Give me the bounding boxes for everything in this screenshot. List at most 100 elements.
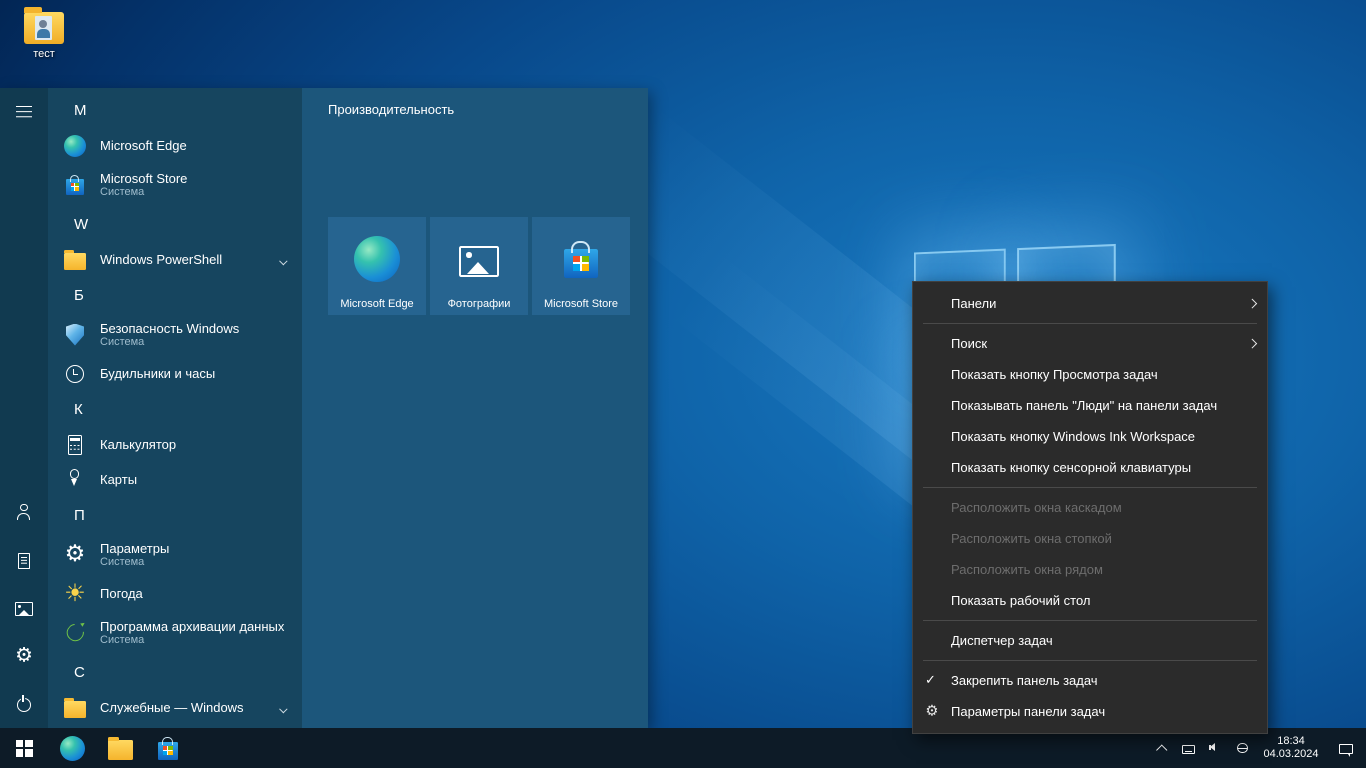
gear-icon xyxy=(64,544,86,566)
menu-separator xyxy=(923,487,1257,488)
pictures-button[interactable] xyxy=(0,584,48,632)
gear-icon xyxy=(925,705,939,719)
map-pin-icon xyxy=(64,469,86,491)
touch-keyboard-button[interactable] xyxy=(1175,728,1202,768)
menu-item-show-ink-workspace[interactable]: Показать кнопку Windows Ink Workspace xyxy=(913,421,1267,452)
backup-icon xyxy=(64,622,86,644)
chevron-down-icon xyxy=(278,705,287,714)
app-list-letter-m[interactable]: M xyxy=(48,92,302,128)
chevron-right-icon xyxy=(1247,299,1256,308)
chevron-up-icon xyxy=(1156,745,1167,756)
edge-icon xyxy=(60,736,85,761)
edge-icon xyxy=(64,135,86,157)
app-list-letter-w[interactable]: W xyxy=(48,206,302,242)
shortcut-label: тест xyxy=(14,48,74,60)
taskbar-file-explorer-button[interactable] xyxy=(96,728,144,768)
menu-item-side-by-side-windows: Расположить окна рядом xyxy=(913,554,1267,585)
tile-photos[interactable]: Фотографии xyxy=(430,217,528,315)
desktop-shortcut-user-folder[interactable]: тест xyxy=(14,12,74,60)
start-tiles-panel: Производительность Microsoft Edge Фотогр… xyxy=(302,88,648,728)
menu-separator xyxy=(923,323,1257,324)
menu-item-show-desktop[interactable]: Показать рабочий стол xyxy=(913,585,1267,616)
desktop: тест M Microsoft Edge Microsoft Store xyxy=(0,0,1366,768)
app-item-windows-security[interactable]: Безопасность Windows Система xyxy=(48,313,302,356)
menu-item-stack-windows: Расположить окна стопкой xyxy=(913,523,1267,554)
menu-item-search[interactable]: Поиск xyxy=(913,328,1267,359)
taskbar-clock[interactable]: 18:34 04.03.2024 xyxy=(1256,728,1326,768)
hamburger-icon xyxy=(15,103,34,122)
documents-button[interactable] xyxy=(0,536,48,584)
menu-item-show-people[interactable]: Показывать панель "Люди" на панели задач xyxy=(913,390,1267,421)
volume-button[interactable] xyxy=(1202,728,1229,768)
app-item-microsoft-store[interactable]: Microsoft Store Система xyxy=(48,163,302,206)
menu-item-cascade-windows: Расположить окна каскадом xyxy=(913,492,1267,523)
system-tray: 18:34 04.03.2024 xyxy=(1148,728,1366,768)
app-group-windows-powershell[interactable]: Windows PowerShell xyxy=(48,242,302,277)
menu-separator xyxy=(923,660,1257,661)
app-item-maps[interactable]: Карты xyxy=(48,462,302,497)
app-item-settings[interactable]: Параметры Система xyxy=(48,533,302,576)
start-menu: M Microsoft Edge Microsoft Store Система… xyxy=(0,88,648,728)
menu-separator xyxy=(923,620,1257,621)
app-list-letter-b[interactable]: Б xyxy=(48,277,302,313)
settings-button[interactable] xyxy=(0,632,48,680)
pictures-icon xyxy=(15,602,33,616)
menu-item-show-touch-keyboard[interactable]: Показать кнопку сенсорной клавиатуры xyxy=(913,452,1267,483)
store-icon xyxy=(66,179,84,194)
keyboard-icon xyxy=(1182,745,1196,753)
network-icon xyxy=(1237,743,1248,754)
app-item-calculator[interactable]: Калькулятор xyxy=(48,427,302,462)
power-button[interactable] xyxy=(0,680,48,728)
file-explorer-folder-icon xyxy=(108,740,133,760)
menu-item-taskbar-settings[interactable]: Параметры панели задач xyxy=(913,696,1267,727)
power-icon xyxy=(15,695,34,714)
app-item-alarms-clock[interactable]: Будильники и часы xyxy=(48,356,302,391)
show-hidden-icons-button[interactable] xyxy=(1148,728,1175,768)
taskbar-store-button[interactable] xyxy=(144,728,192,768)
sun-icon xyxy=(64,583,86,605)
gear-icon xyxy=(15,647,34,666)
calculator-icon xyxy=(68,435,83,455)
taskbar: 18:34 04.03.2024 xyxy=(0,728,1366,768)
start-app-list: M Microsoft Edge Microsoft Store Система… xyxy=(48,88,302,728)
app-item-weather[interactable]: Погода xyxy=(48,576,302,611)
app-list-letter-p[interactable]: П xyxy=(48,497,302,533)
menu-item-show-task-view[interactable]: Показать кнопку Просмотра задач xyxy=(913,359,1267,390)
app-item-microsoft-edge[interactable]: Microsoft Edge xyxy=(48,128,302,163)
tile-group-title[interactable]: Производительность xyxy=(328,102,648,117)
menu-item-task-manager[interactable]: Диспетчер задач xyxy=(913,625,1267,656)
app-list-letter-s[interactable]: С xyxy=(48,654,302,690)
user-account-button[interactable] xyxy=(0,488,48,536)
app-list-letter-k[interactable]: К xyxy=(48,391,302,427)
tile-microsoft-edge[interactable]: Microsoft Edge xyxy=(328,217,426,315)
store-icon xyxy=(564,249,598,278)
clock-time: 18:34 xyxy=(1277,735,1305,748)
store-icon xyxy=(158,742,178,760)
expand-menu-button[interactable] xyxy=(0,88,48,136)
start-button[interactable] xyxy=(0,728,48,768)
start-menu-rail xyxy=(0,88,48,728)
shield-icon xyxy=(66,324,84,346)
user-folder-icon xyxy=(24,12,64,44)
user-icon xyxy=(15,503,34,522)
tile-microsoft-store[interactable]: Microsoft Store xyxy=(532,217,630,315)
menu-item-lock-taskbar[interactable]: Закрепить панель задач xyxy=(913,665,1267,696)
document-icon xyxy=(18,553,30,569)
edge-icon xyxy=(354,236,400,282)
chevron-down-icon xyxy=(278,257,287,266)
photos-icon xyxy=(459,246,499,277)
network-button[interactable] xyxy=(1229,728,1256,768)
app-group-windows-system[interactable]: Служебные — Windows xyxy=(48,690,302,725)
clock-date: 04.03.2024 xyxy=(1263,748,1318,761)
taskbar-context-menu: Панели Поиск Показать кнопку Просмотра з… xyxy=(912,281,1268,734)
action-center-button[interactable] xyxy=(1326,728,1366,768)
avatar xyxy=(35,16,52,40)
chevron-right-icon xyxy=(1247,339,1256,348)
taskbar-edge-button[interactable] xyxy=(48,728,96,768)
folder-icon xyxy=(64,701,86,718)
menu-item-toolbars[interactable]: Панели xyxy=(913,288,1267,319)
app-item-backup[interactable]: Программа архивации данных Система xyxy=(48,611,302,654)
notification-icon xyxy=(1339,744,1353,755)
windows-logo-icon xyxy=(16,740,33,757)
folder-icon xyxy=(64,253,86,270)
